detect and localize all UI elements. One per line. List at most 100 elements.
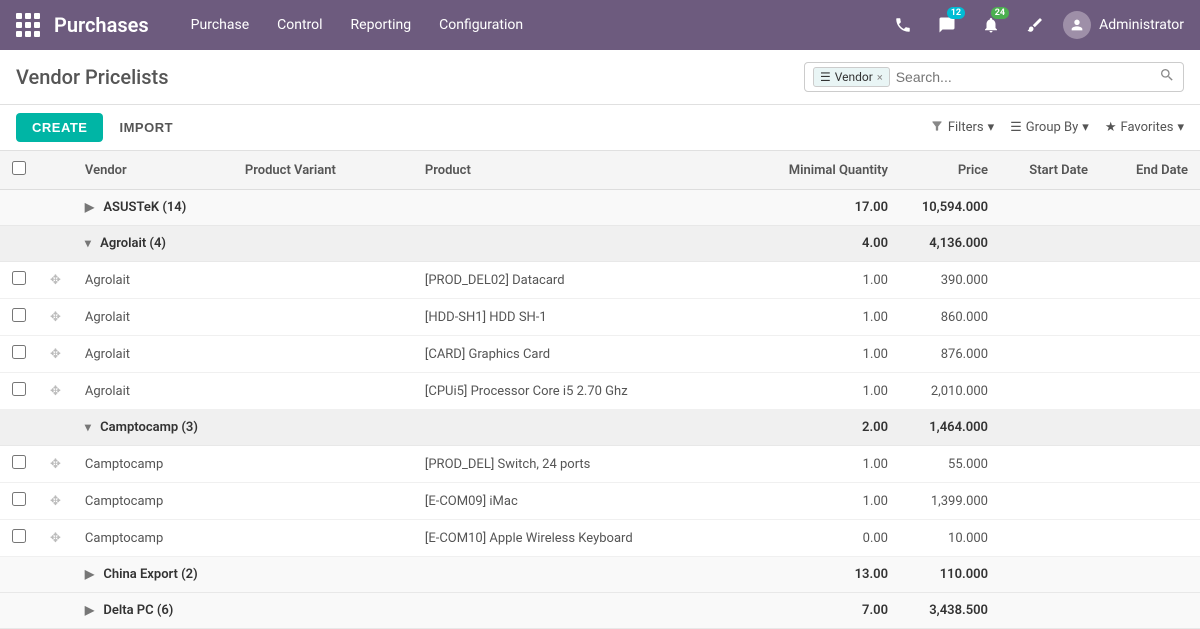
row-start-date: [1000, 446, 1100, 483]
group-check-delta-pc: [0, 593, 38, 629]
groupby-button[interactable]: ☰ Group By ▾: [1010, 120, 1089, 135]
table-row[interactable]: ✥ Camptocamp [PROD_DEL] Switch, 24 ports…: [0, 446, 1200, 483]
row-minimal-quantity: 1.00: [760, 446, 900, 483]
toolbar-left: CREATE IMPORT: [16, 113, 181, 142]
row-checkbox[interactable]: [0, 446, 38, 483]
group-label-delta-pc[interactable]: ▶ Delta PC (6): [73, 593, 760, 629]
header-end-date: End Date: [1100, 151, 1200, 190]
group-expand-icon-agrolait[interactable]: ▾: [85, 236, 91, 250]
group-expand-icon-asustek[interactable]: ▶: [85, 200, 94, 214]
table-row[interactable]: ✥ Agrolait [PROD_DEL02] Datacard 1.00 39…: [0, 262, 1200, 299]
group-enddate-china-export: [1100, 557, 1200, 593]
header-product: Product: [413, 151, 760, 190]
row-checkbox[interactable]: [0, 483, 38, 520]
filter-icon: [930, 119, 944, 137]
row-end-date: [1100, 336, 1200, 373]
row-select-checkbox[interactable]: [12, 492, 26, 506]
group-label-asustek[interactable]: ▶ ASUSTeK (14): [73, 190, 760, 226]
table-row[interactable]: ✥ Agrolait [HDD-SH1] HDD SH-1 1.00 860.0…: [0, 299, 1200, 336]
nav-control[interactable]: Control: [265, 11, 334, 39]
group-row-camptocamp[interactable]: ▾ Camptocamp (3) 2.00 1,464.000: [0, 410, 1200, 446]
row-end-date: [1100, 262, 1200, 299]
group-check-agrolait: [0, 226, 38, 262]
group-expand-icon-camptocamp[interactable]: ▾: [85, 420, 91, 434]
filters-button[interactable]: Filters ▾: [930, 119, 994, 137]
filters-label: Filters: [948, 120, 984, 135]
row-drag[interactable]: ✥: [38, 336, 73, 373]
group-expand-icon-delta-pc[interactable]: ▶: [85, 603, 94, 617]
favorites-button[interactable]: ★ Favorites ▾: [1105, 120, 1184, 135]
group-label-camptocamp[interactable]: ▾ Camptocamp (3): [73, 410, 760, 446]
group-startdate-china-export: [1000, 557, 1100, 593]
toolbar-right: Filters ▾ ☰ Group By ▾ ★ Favorites ▾: [930, 119, 1184, 137]
nav-reporting[interactable]: Reporting: [339, 11, 424, 39]
row-drag[interactable]: ✥: [38, 483, 73, 520]
row-start-date: [1000, 483, 1100, 520]
row-select-checkbox[interactable]: [12, 271, 26, 285]
group-check-asustek: [0, 190, 38, 226]
group-startdate-camptocamp: [1000, 410, 1100, 446]
import-button[interactable]: IMPORT: [111, 113, 181, 142]
row-drag[interactable]: ✥: [38, 373, 73, 410]
group-price-delta-pc: 3,438.500: [900, 593, 1000, 629]
row-drag[interactable]: ✥: [38, 262, 73, 299]
create-button[interactable]: CREATE: [16, 113, 103, 142]
apps-icon[interactable]: [16, 13, 40, 37]
nav-configuration[interactable]: Configuration: [427, 11, 535, 39]
table-row[interactable]: ✥ Agrolait [CPUi5] Processor Core i5 2.7…: [0, 373, 1200, 410]
search-bar[interactable]: ☰ Vendor ×: [804, 62, 1184, 92]
phone-icon[interactable]: [887, 9, 919, 41]
row-checkbox[interactable]: [0, 520, 38, 557]
row-drag[interactable]: ✥: [38, 446, 73, 483]
row-checkbox[interactable]: [0, 262, 38, 299]
row-select-checkbox[interactable]: [12, 455, 26, 469]
row-select-checkbox[interactable]: [12, 529, 26, 543]
group-row-china-export[interactable]: ▶ China Export (2) 13.00 110.000: [0, 557, 1200, 593]
nav-purchase[interactable]: Purchase: [179, 11, 261, 39]
groupby-chevron: ▾: [1082, 120, 1089, 135]
group-row-asustek[interactable]: ▶ ASUSTeK (14) 17.00 10,594.000: [0, 190, 1200, 226]
search-tag-close[interactable]: ×: [877, 71, 883, 84]
filter-list-icon: ☰: [820, 70, 831, 84]
groupby-label: Group By: [1026, 120, 1079, 135]
group-label-agrolait[interactable]: ▾ Agrolait (4): [73, 226, 760, 262]
top-navigation: Purchases Purchase Control Reporting Con…: [0, 0, 1200, 50]
group-expand-icon-china-export[interactable]: ▶: [85, 567, 94, 581]
row-end-date: [1100, 520, 1200, 557]
group-enddate-delta-pc: [1100, 593, 1200, 629]
row-checkbox[interactable]: [0, 299, 38, 336]
group-row-delta-pc[interactable]: ▶ Delta PC (6) 7.00 3,438.500: [0, 593, 1200, 629]
row-checkbox[interactable]: [0, 373, 38, 410]
group-startdate-asustek: [1000, 190, 1100, 226]
row-vendor: Camptocamp: [73, 520, 233, 557]
group-row-agrolait[interactable]: ▾ Agrolait (4) 4.00 4,136.000: [0, 226, 1200, 262]
row-select-checkbox[interactable]: [12, 345, 26, 359]
chat-badge: 12: [947, 7, 965, 19]
settings-icon[interactable]: [1019, 9, 1051, 41]
activity-icon[interactable]: 24: [975, 9, 1007, 41]
table-row[interactable]: ✥ Camptocamp [E-COM10] Apple Wireless Ke…: [0, 520, 1200, 557]
search-input[interactable]: [896, 69, 1159, 85]
chat-icon[interactable]: 12: [931, 9, 963, 41]
row-minimal-quantity: 1.00: [760, 299, 900, 336]
row-vendor: Agrolait: [73, 262, 233, 299]
row-price: 876.000: [900, 336, 1000, 373]
search-icon[interactable]: [1159, 67, 1175, 87]
user-menu[interactable]: Administrator: [1063, 11, 1184, 39]
search-tag-vendor[interactable]: ☰ Vendor ×: [813, 67, 890, 87]
row-drag[interactable]: ✥: [38, 299, 73, 336]
row-price: 860.000: [900, 299, 1000, 336]
row-start-date: [1000, 520, 1100, 557]
top-menu: Purchase Control Reporting Configuration: [179, 11, 887, 39]
row-drag[interactable]: ✥: [38, 520, 73, 557]
table-row[interactable]: ✥ Agrolait [CARD] Graphics Card 1.00 876…: [0, 336, 1200, 373]
group-label-china-export[interactable]: ▶ China Export (2): [73, 557, 760, 593]
group-drag-agrolait: [38, 226, 73, 262]
row-checkbox[interactable]: [0, 336, 38, 373]
row-select-checkbox[interactable]: [12, 382, 26, 396]
row-select-checkbox[interactable]: [12, 308, 26, 322]
app-title[interactable]: Purchases: [54, 13, 149, 37]
table-row[interactable]: ✥ Camptocamp [E-COM09] iMac 1.00 1,399.0…: [0, 483, 1200, 520]
select-all-checkbox[interactable]: [12, 161, 26, 175]
header-price: Price: [900, 151, 1000, 190]
